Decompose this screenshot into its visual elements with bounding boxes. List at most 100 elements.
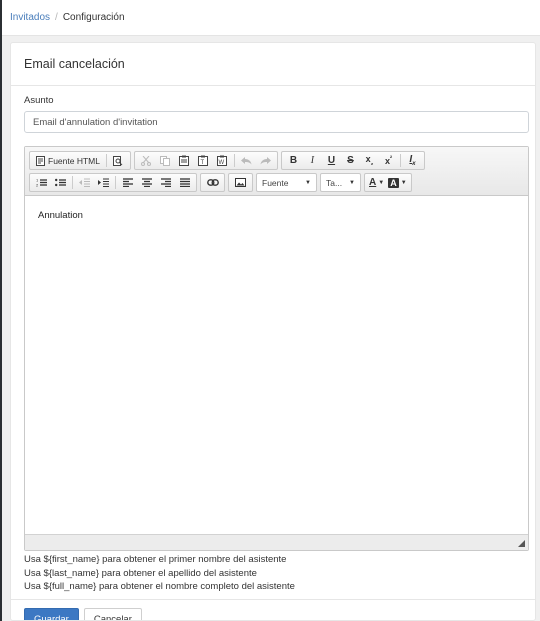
preview-button[interactable] [109,152,128,169]
align-center-icon [141,178,152,187]
numbered-list-icon: 12 [36,178,47,187]
chevron-down-icon: ▼ [378,179,385,186]
remove-format-button[interactable]: Ix [403,152,422,169]
toolbar-row-2: 12 Fuente ▼ Ta... ▼ A ▼ A ▼ [29,172,524,193]
subject-input[interactable] [24,111,529,133]
toolbar-group-insert [228,173,253,192]
font-combo[interactable]: Fuente ▼ [256,173,317,192]
panel-title: Email cancelación [24,57,125,71]
paste-button[interactable] [175,152,194,169]
paste-text-icon: T [198,155,209,166]
bold-button[interactable]: B [284,152,303,169]
breadcrumb-separator: / [55,12,58,23]
chevron-down-icon: ▼ [400,179,407,186]
bulleted-list-button[interactable] [51,174,70,191]
strikethrough-button[interactable]: S [341,152,360,169]
align-center-button[interactable] [137,174,156,191]
editor-footer [25,534,528,550]
outdent-icon [79,178,90,187]
superscript-button[interactable]: x² [379,152,398,169]
cancel-button[interactable]: Cancelar [83,608,142,620]
help-line-first-name: Usa ${first_name} para obtener el primer… [24,554,287,565]
toolbar-divider [399,154,401,167]
bold-icon: B [289,155,298,166]
link-button[interactable] [203,174,222,191]
undo-button[interactable] [237,152,256,169]
editor-content-area[interactable]: Annulation [25,196,528,534]
align-left-icon [122,178,133,187]
remove-format-icon: Ix [409,154,416,167]
italic-icon: I [310,155,315,166]
redo-button[interactable] [256,152,275,169]
outdent-button[interactable] [75,174,94,191]
paste-word-icon: W [217,155,228,166]
justify-icon [179,178,190,187]
chevron-down-icon: ▼ [349,179,355,186]
bulleted-list-icon [55,178,66,187]
align-left-button[interactable] [118,174,137,191]
help-line-last-name: Usa ${last_name} para obtener el apellid… [24,567,257,579]
copy-icon [160,155,171,166]
window-edge [0,0,2,621]
indent-button[interactable] [94,174,113,191]
rich-text-editor: Fuente HTML T W B I U S x₂ x² Ix 1 2 Fue… [24,146,529,551]
size-combo[interactable]: Ta... ▼ [320,173,361,192]
background-color-icon: A [388,177,399,188]
align-right-icon [160,178,171,187]
source-icon [36,155,45,166]
toolbar-group-colors: A ▼ A ▼ [364,173,412,192]
chevron-down-icon: ▼ [305,179,311,186]
underline-icon: U [327,155,336,166]
toolbar-group-links [200,173,225,192]
resize-handle-icon[interactable] [518,540,525,547]
align-right-button[interactable] [156,174,175,191]
toolbar-divider [72,176,73,189]
toolbar-divider [115,176,116,189]
toolbar-group-basic-styles: B I U S x₂ x² Ix [280,151,425,170]
save-button[interactable]: Guardar [24,608,79,620]
toolbar-divider [105,154,107,167]
underline-button[interactable]: U [322,152,341,169]
background-color-button[interactable]: A ▼ [386,174,408,191]
superscript-icon: x² [384,155,392,166]
redo-icon [260,156,271,164]
text-color-button[interactable]: A ▼ [367,174,386,191]
link-icon [206,179,219,186]
editor-toolbar: Fuente HTML T W B I U S x₂ x² Ix 1 2 Fue… [25,147,528,196]
source-button-label: Fuente HTML [48,155,100,166]
size-combo-label: Ta... [326,177,343,188]
paste-text-button[interactable]: T [194,152,213,169]
placeholder-help: Usa ${first_name} para obtener el primer… [24,553,295,594]
toolbar-group-clipboard: T W [133,151,278,170]
subscript-icon: x₂ [365,154,374,167]
toolbar-row-1: Fuente HTML T W B I U S x₂ x² Ix [29,150,524,171]
breadcrumb-link-invitados[interactable]: Invitados [10,12,50,23]
paste-word-button[interactable]: W [213,152,232,169]
toolbar-group-document: Fuente HTML [29,151,131,170]
undo-icon [240,156,252,164]
cut-icon [141,155,152,166]
email-panel: Email cancelación Asunto Fuente HTML [10,42,536,621]
image-icon [235,178,246,187]
subject-label: Asunto [24,95,54,106]
svg-text:T: T [201,160,205,166]
editor-paragraph: Annulation [38,210,83,221]
help-line-full-name: Usa ${full_name} para obtener el nombre … [24,581,295,592]
image-button[interactable] [231,174,250,191]
source-button[interactable]: Fuente HTML [32,152,104,169]
breadcrumb: Invitados / Configuración [2,0,540,36]
numbered-list-button[interactable]: 12 [32,174,51,191]
copy-button[interactable] [156,152,175,169]
italic-button[interactable]: I [303,152,322,169]
cut-button[interactable] [137,152,156,169]
toolbar-group-lists: 12 [29,173,197,192]
breadcrumb-current: Configuración [62,12,125,23]
subscript-button[interactable]: x₂ [360,152,379,169]
font-combo-label: Fuente [262,177,289,188]
form-actions: Guardar Cancelar [11,599,535,620]
paste-icon [179,155,190,166]
preview-icon [113,155,123,166]
strikethrough-icon: S [347,155,354,166]
panel-header: Email cancelación [11,43,535,86]
justify-button[interactable] [175,174,194,191]
